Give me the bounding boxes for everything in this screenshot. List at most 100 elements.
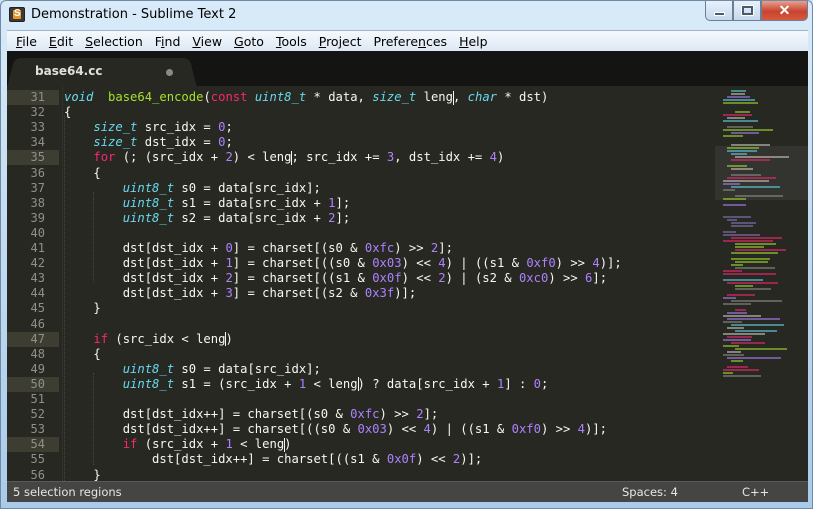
code-line: } — [64, 301, 101, 316]
code-token: 4 — [489, 150, 497, 165]
minimap-line — [727, 282, 778, 284]
minimap-line — [723, 354, 744, 356]
line-number: 33 — [30, 120, 45, 135]
text-cursor — [284, 437, 286, 452]
unsaved-dot-icon[interactable] — [166, 69, 173, 76]
code-line: void base64_encode(const uint8_t * data,… — [64, 90, 549, 105]
menu-find[interactable]: Find — [149, 34, 187, 49]
code-token: 2 — [328, 210, 336, 225]
minimap-line — [727, 147, 760, 149]
indentation-selector[interactable]: Spaces: 4 — [622, 485, 678, 499]
window-controls: ✕ — [705, 1, 808, 21]
title-bar[interactable]: S Demonstration - Sublime Text 2 ✕ — [1, 1, 812, 30]
minimap-line — [735, 246, 764, 248]
minimap-viewport[interactable] — [715, 146, 808, 200]
code-token: 2 — [430, 241, 439, 255]
code-line: { — [64, 165, 101, 180]
line-number: 45 — [30, 301, 45, 316]
code-token: 0x3f — [364, 286, 395, 301]
minimap-line — [731, 222, 757, 224]
maximize-button[interactable] — [733, 1, 761, 21]
menu-goto[interactable]: Goto — [228, 34, 270, 49]
menu-edit[interactable]: Edit — [43, 34, 79, 49]
minimap-line — [723, 372, 733, 374]
menu-file[interactable]: File — [10, 34, 43, 49]
code-token: 4 — [438, 256, 446, 271]
code-token: for — [93, 150, 116, 165]
line-number: 54 — [7, 437, 59, 453]
minimap-line — [731, 153, 747, 155]
line-number: 51 — [30, 392, 45, 406]
code-token: 0x03 — [372, 256, 402, 271]
minimap-line — [723, 321, 743, 323]
close-button[interactable]: ✕ — [761, 1, 808, 21]
line-number: 48 — [30, 346, 45, 361]
line-number-gutter[interactable]: 31 32 33 34 35 36 37 38 39 40 41 42 43 44 45 46 47 48 49 50… — [7, 86, 59, 482]
code-line: size_t dst_idx = 0; — [93, 135, 233, 150]
line-number: 41 — [30, 241, 45, 255]
minimap-line — [727, 351, 741, 353]
code-token: char — [467, 90, 497, 104]
minimap-line — [723, 189, 735, 191]
code-line: { — [64, 105, 72, 120]
line-number: 55 — [30, 452, 45, 467]
status-bar: 5 selection regions Spaces: 4 C++ — [7, 481, 808, 502]
minimap-line — [735, 261, 768, 263]
code-token: 2 — [225, 150, 233, 165]
code-line: dst[dst_idx + 0] = charset[(s0 & 0xfc) >… — [64, 241, 453, 255]
code-token: 6 — [585, 271, 593, 286]
minimize-button[interactable] — [705, 1, 733, 21]
minimap-line — [727, 117, 745, 119]
code-area[interactable]: void base64_encode(const uint8_t * data,… — [64, 86, 714, 481]
menu-tools[interactable]: Tools — [270, 34, 313, 49]
minimap-line — [723, 270, 742, 272]
minimap-line — [727, 294, 756, 296]
code-token: base64_encode — [108, 90, 204, 104]
minimap-line — [731, 90, 747, 92]
code-token: uint8_t — [122, 195, 175, 210]
minimap-line — [731, 324, 785, 326]
minimap-line — [731, 300, 782, 302]
menu-project[interactable]: Project — [313, 34, 368, 49]
menu-selection[interactable]: Selection — [79, 34, 149, 49]
minimap-line — [723, 279, 763, 281]
code-line: uint8_t s2 = data[src_idx + 2]; — [122, 210, 351, 225]
minimap-line — [731, 237, 782, 239]
code-token: 1 — [225, 256, 233, 271]
minimap-line — [723, 102, 759, 104]
close-icon: ✕ — [778, 2, 791, 18]
code-token: size_t — [93, 135, 138, 150]
text-cursor — [452, 90, 454, 105]
minimap-line — [723, 240, 774, 242]
code-token: const — [210, 90, 248, 104]
minimap-line — [727, 96, 750, 98]
minimap-line — [723, 234, 761, 236]
tab-base64-cc[interactable]: base64.cc — [17, 58, 187, 86]
code-token: uint8_t — [122, 210, 175, 225]
menu-view[interactable]: View — [186, 34, 228, 49]
line-number: 32 — [30, 105, 45, 120]
menu-help[interactable]: Help — [453, 34, 494, 49]
code-token: uint8_t — [122, 180, 175, 195]
menu-bar: File Edit Selection Find View Goto Tools Projec… — [7, 30, 808, 51]
code-line: dst[dst_idx++] = charset[(s0 & 0xfc) >> … — [64, 407, 439, 422]
menu-preferences[interactable]: Preferences — [368, 34, 454, 49]
line-number: 46 — [30, 316, 45, 331]
minimap-line — [727, 336, 753, 338]
minimap-line — [723, 315, 762, 317]
minimap-line — [723, 216, 752, 218]
code-token: 1 — [298, 376, 307, 391]
minimap-line — [731, 144, 771, 146]
line-number: 49 — [30, 361, 45, 376]
minimap-line — [723, 273, 777, 275]
line-number: 52 — [30, 407, 45, 422]
minimap-line — [723, 180, 769, 182]
minimap[interactable] — [715, 86, 808, 481]
line-number: 35 — [7, 150, 59, 166]
minimap-line — [731, 264, 744, 266]
code-token: if — [122, 437, 138, 452]
sublime-text-icon: S — [9, 7, 25, 22]
code-token: 0x0f — [372, 271, 402, 286]
syntax-selector[interactable]: C++ — [742, 485, 769, 499]
minimap-line — [727, 150, 757, 152]
